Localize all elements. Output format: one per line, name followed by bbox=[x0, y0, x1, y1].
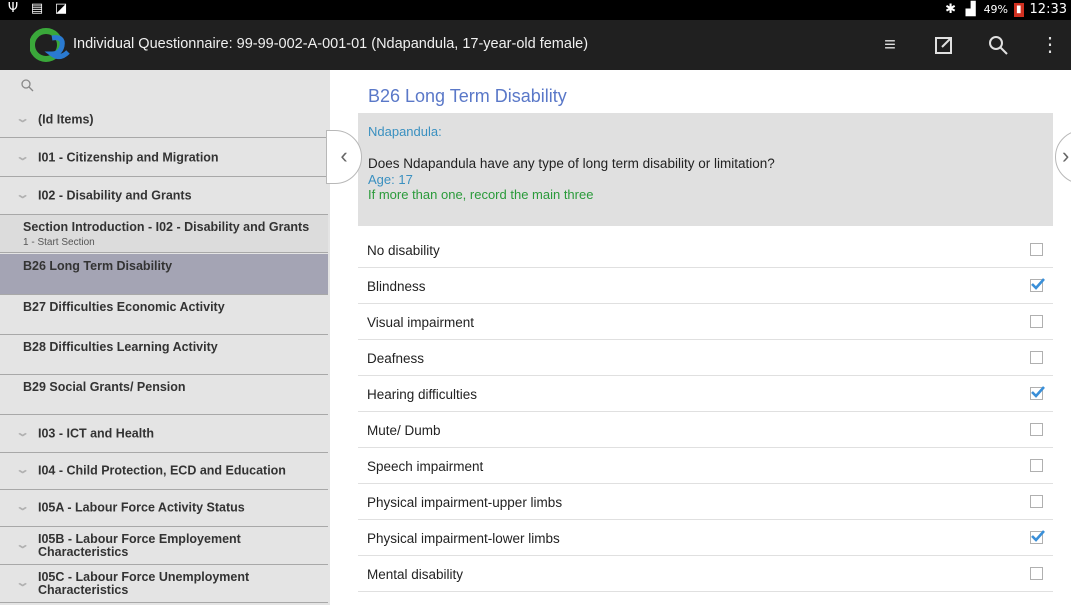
answer-option-label: Speech impairment bbox=[367, 459, 484, 474]
checkbox-checked[interactable] bbox=[1030, 386, 1045, 400]
answer-option[interactable]: Visual impairment bbox=[358, 304, 1053, 340]
action-bar: Individual Questionnaire: 99-99-002-A-00… bbox=[0, 20, 1071, 70]
checkbox[interactable] bbox=[1030, 243, 1043, 256]
answer-options: No disability Blindness Visual impairment D… bbox=[358, 232, 1053, 592]
checkbox[interactable] bbox=[1030, 351, 1043, 364]
nav-label: Section Introduction - I02 - Disability … bbox=[23, 220, 310, 234]
app-logo bbox=[30, 28, 70, 62]
answer-option[interactable]: Mental disability bbox=[358, 556, 1053, 592]
nav-section-id-items[interactable]: ⌄ (Id Items) bbox=[0, 103, 328, 138]
checkbox[interactable] bbox=[1030, 315, 1043, 328]
nav-section-i05a[interactable]: ⌄ I05A - Labour Force Activity Status bbox=[0, 490, 328, 527]
nav-item-b26[interactable]: B26 Long Term Disability bbox=[0, 254, 328, 295]
answer-option[interactable]: Deafness bbox=[358, 340, 1053, 376]
nav-item-section-introduction[interactable]: Section Introduction - I02 - Disability … bbox=[0, 215, 328, 253]
nav-label: B28 Difficulties Learning Activity bbox=[23, 340, 218, 354]
answer-option-label: Visual impairment bbox=[367, 315, 475, 330]
answer-option-label: Blindness bbox=[367, 279, 426, 294]
nav-label: I03 - ICT and Health bbox=[38, 426, 154, 440]
answer-option[interactable]: Physical impairment-upper limbs bbox=[358, 484, 1053, 520]
chevron-right-icon: › bbox=[1062, 143, 1070, 168]
notification-icon: ▤ bbox=[30, 1, 44, 16]
answer-option[interactable]: No disability bbox=[358, 232, 1053, 268]
checkbox-checked[interactable] bbox=[1030, 530, 1045, 544]
answer-option[interactable]: Blindness bbox=[358, 268, 1053, 304]
search-icon[interactable] bbox=[20, 78, 34, 92]
battery-percent: 49% bbox=[983, 3, 1009, 16]
checkbox[interactable] bbox=[1030, 495, 1043, 508]
answer-option-label: Physical impairment-lower limbs bbox=[367, 531, 560, 546]
answer-option-label: No disability bbox=[367, 243, 440, 258]
answer-option-label: Deafness bbox=[367, 351, 425, 366]
next-question-button[interactable]: › bbox=[1055, 130, 1071, 184]
question-title: B26 Long Term Disability bbox=[368, 86, 567, 106]
nav-section-i01[interactable]: ⌄ I01 - Citizenship and Migration bbox=[0, 139, 328, 177]
nav-label: B29 Social Grants/ Pension bbox=[23, 380, 186, 394]
checkbox[interactable] bbox=[1030, 423, 1043, 436]
checkmark-icon bbox=[1031, 278, 1045, 290]
nav-label: I05C - Labour Force Unemployment Charact… bbox=[38, 569, 250, 597]
nav-label: I01 - Citizenship and Migration bbox=[38, 150, 219, 164]
overflow-menu-icon[interactable]: ⋮ bbox=[1035, 30, 1065, 60]
checkmark-icon bbox=[1031, 530, 1045, 542]
nav-section-i02[interactable]: ⌄ I02 - Disability and Grants bbox=[0, 177, 328, 215]
nav-label: B26 Long Term Disability bbox=[23, 259, 173, 273]
nav-label: (Id Items) bbox=[38, 112, 94, 127]
clock: 12:33 bbox=[1029, 2, 1067, 17]
signal-icon: ▟ bbox=[965, 1, 976, 17]
nav-label: I02 - Disability and Grants bbox=[38, 188, 192, 202]
checkbox[interactable] bbox=[1030, 567, 1043, 580]
chevron-down-icon: ⌄ bbox=[15, 501, 30, 513]
questionnaire-title: Individual Questionnaire: 99-99-002-A-00… bbox=[73, 36, 589, 52]
chevron-down-icon: ⌄ bbox=[15, 150, 30, 163]
chevron-down-icon: ⌄ bbox=[15, 426, 30, 439]
answer-option[interactable]: Speech impairment bbox=[358, 448, 1053, 484]
question-panel: B26 Long Term Disability Ndapandula: Doe… bbox=[326, 70, 1071, 605]
answer-option[interactable]: Mute/ Dumb bbox=[358, 412, 1053, 448]
nav-section-i04[interactable]: ⌄ I04 - Child Protection, ECD and Educat… bbox=[0, 453, 328, 490]
nav-label: I04 - Child Protection, ECD and Educatio… bbox=[38, 463, 286, 478]
answer-option-label: Hearing difficulties bbox=[367, 387, 478, 402]
nav-label: I05A - Labour Force Activity Status bbox=[38, 500, 245, 515]
answer-option[interactable]: Hearing difficulties bbox=[358, 376, 1053, 412]
nav-label: B27 Difficulties Economic Activity bbox=[23, 300, 225, 314]
search-icon[interactable] bbox=[983, 30, 1013, 60]
bluetooth-icon: ✱ bbox=[945, 1, 957, 17]
question-text: Does Ndapandula have any type of long te… bbox=[368, 156, 775, 171]
chevron-left-icon: ‹ bbox=[340, 143, 348, 168]
edit-icon[interactable] bbox=[929, 30, 959, 60]
nav-item-b27[interactable]: B27 Difficulties Economic Activity bbox=[0, 295, 328, 335]
menu-list-icon[interactable]: ≡ bbox=[875, 30, 905, 60]
nav-section-i05b[interactable]: ⌄ I05B - Labour Force Employement Charac… bbox=[0, 527, 328, 565]
answer-option-label: Physical impairment-upper limbs bbox=[367, 495, 563, 510]
section-navigator: ⌄ (Id Items) ⌄ I01 - Citizenship and Mig… bbox=[0, 70, 330, 605]
respondent-age: Age: 17 bbox=[368, 172, 413, 187]
nav-sublabel: 1 - Start Section bbox=[23, 237, 95, 248]
answer-option-label: Mute/ Dumb bbox=[367, 423, 441, 438]
chevron-down-icon: ⌄ bbox=[15, 188, 30, 201]
checkbox-checked[interactable] bbox=[1030, 278, 1045, 292]
nav-item-b29[interactable]: B29 Social Grants/ Pension bbox=[0, 375, 328, 415]
battery-icon: ▮ bbox=[1014, 2, 1024, 17]
checkbox[interactable] bbox=[1030, 459, 1043, 472]
interviewer-note: If more than one, record the main three bbox=[368, 187, 594, 202]
usb-icon: Ψ bbox=[7, 1, 19, 16]
chevron-down-icon: ⌄ bbox=[15, 538, 30, 551]
answer-option[interactable]: Physical impairment-lower limbs bbox=[358, 520, 1053, 556]
nav-section-i05c[interactable]: ⌄ I05C - Labour Force Unemployment Chara… bbox=[0, 565, 328, 603]
nav-section-i03[interactable]: ⌄ I03 - ICT and Health bbox=[0, 415, 328, 453]
nav-item-b28[interactable]: B28 Difficulties Learning Activity bbox=[0, 335, 328, 375]
respondent-name: Ndapandula: bbox=[368, 124, 442, 139]
checkmark-icon bbox=[1031, 386, 1045, 398]
question-box: Ndapandula: Does Ndapandula have any typ… bbox=[358, 113, 1053, 226]
previous-question-button[interactable]: ‹ bbox=[326, 130, 362, 184]
screenshot-icon: ◪ bbox=[54, 1, 68, 16]
answer-option-label: Mental disability bbox=[367, 567, 464, 582]
chevron-down-icon: ⌄ bbox=[15, 113, 30, 125]
nav-label: I05B - Labour Force Employement Characte… bbox=[38, 531, 241, 559]
chevron-down-icon: ⌄ bbox=[15, 464, 30, 476]
status-bar: Ψ ▤ ◪ ✱ ▟ 49% ▮ 12:33 bbox=[0, 0, 1071, 20]
chevron-down-icon: ⌄ bbox=[15, 576, 30, 589]
